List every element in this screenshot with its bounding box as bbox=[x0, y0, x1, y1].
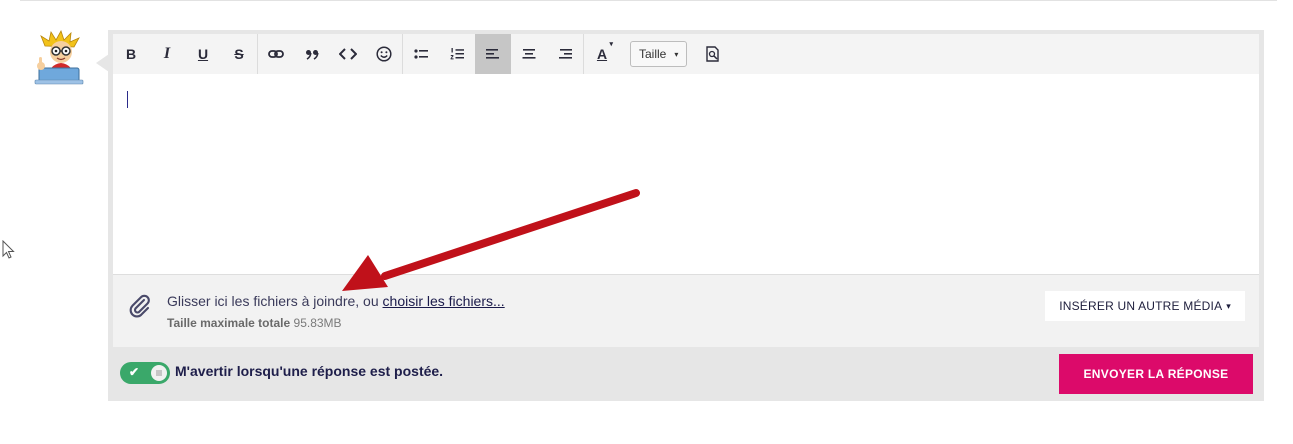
underline-icon: U bbox=[197, 46, 209, 62]
max-size-label: Taille maximale totale bbox=[167, 316, 291, 330]
check-icon: ✔ bbox=[129, 365, 140, 379]
chevron-down-icon: ▾ bbox=[674, 49, 679, 59]
align-right-button[interactable] bbox=[547, 34, 583, 74]
chevron-down-icon: ▾ bbox=[1226, 300, 1231, 311]
strikethrough-icon: S bbox=[234, 46, 244, 62]
code-button[interactable] bbox=[330, 34, 366, 74]
bullet-list-button[interactable] bbox=[403, 34, 439, 74]
font-size-label: Taille bbox=[639, 47, 667, 61]
insert-media-button[interactable]: INSÉRER UN AUTRE MÉDIA ▾ bbox=[1045, 291, 1245, 321]
smiley-icon bbox=[376, 46, 392, 62]
link-icon bbox=[268, 50, 284, 58]
numbered-list-button[interactable] bbox=[439, 34, 475, 74]
align-right-icon bbox=[559, 49, 572, 59]
avatar bbox=[34, 30, 84, 85]
send-reply-button[interactable]: ENVOYER LA RÉPONSE bbox=[1059, 354, 1253, 394]
editor-toolbar: B I U S A ▾ Taille ▾ bbox=[113, 34, 1259, 74]
font-size-select[interactable]: Taille ▾ bbox=[630, 41, 688, 67]
italic-button[interactable]: I bbox=[149, 34, 185, 74]
dropzone-instructions: Glisser ici les fichiers à joindre, ou c… bbox=[167, 293, 505, 309]
text-caret bbox=[127, 91, 128, 108]
insert-media-label: INSÉRER UN AUTRE MÉDIA bbox=[1059, 299, 1223, 313]
bold-button[interactable]: B bbox=[113, 34, 149, 74]
strikethrough-button[interactable]: S bbox=[221, 34, 257, 74]
reply-footer: ✔ M'avertir lorsqu'une réponse est posté… bbox=[108, 348, 1264, 401]
quote-button[interactable] bbox=[294, 34, 330, 74]
align-center-button[interactable] bbox=[511, 34, 547, 74]
max-size-value: 95.83MB bbox=[293, 316, 342, 330]
notify-toggle[interactable]: ✔ bbox=[120, 362, 170, 384]
bullet-list-icon bbox=[414, 49, 428, 59]
chevron-down-icon: ▾ bbox=[609, 41, 613, 48]
toggle-knob bbox=[151, 365, 167, 381]
message-textarea[interactable] bbox=[113, 74, 1259, 274]
grip-icon bbox=[156, 370, 162, 376]
top-divider bbox=[20, 0, 1277, 1]
mouse-pointer-icon bbox=[2, 240, 15, 259]
text-color-icon: A bbox=[596, 46, 608, 62]
quote-icon bbox=[306, 50, 319, 60]
align-left-icon bbox=[486, 49, 499, 59]
drop-text: Glisser ici les fichiers à joindre, ou bbox=[167, 293, 383, 309]
choose-files-link[interactable]: choisir les fichiers... bbox=[383, 293, 505, 309]
text-color-button[interactable]: A ▾ bbox=[584, 34, 620, 74]
emoji-button[interactable] bbox=[366, 34, 402, 74]
reply-editor: B I U S A ▾ Taille ▾ Glisser ici les fic… bbox=[108, 30, 1264, 401]
code-icon bbox=[339, 48, 357, 60]
link-button[interactable] bbox=[258, 34, 294, 74]
underline-button[interactable]: U bbox=[185, 34, 221, 74]
max-size-info: Taille maximale totale 95.83MB bbox=[167, 316, 342, 330]
preview-icon bbox=[706, 46, 720, 62]
italic-icon: I bbox=[163, 45, 171, 62]
align-center-icon bbox=[522, 49, 536, 59]
numbered-list-icon bbox=[450, 48, 464, 60]
bold-icon: B bbox=[125, 46, 137, 62]
attachment-dropzone[interactable]: Glisser ici les fichiers à joindre, ou c… bbox=[113, 274, 1259, 347]
paperclip-icon bbox=[129, 294, 150, 318]
notify-label: M'avertir lorsqu'une réponse est postée. bbox=[175, 363, 444, 379]
align-left-button[interactable] bbox=[475, 34, 511, 74]
preview-button[interactable] bbox=[695, 34, 731, 74]
